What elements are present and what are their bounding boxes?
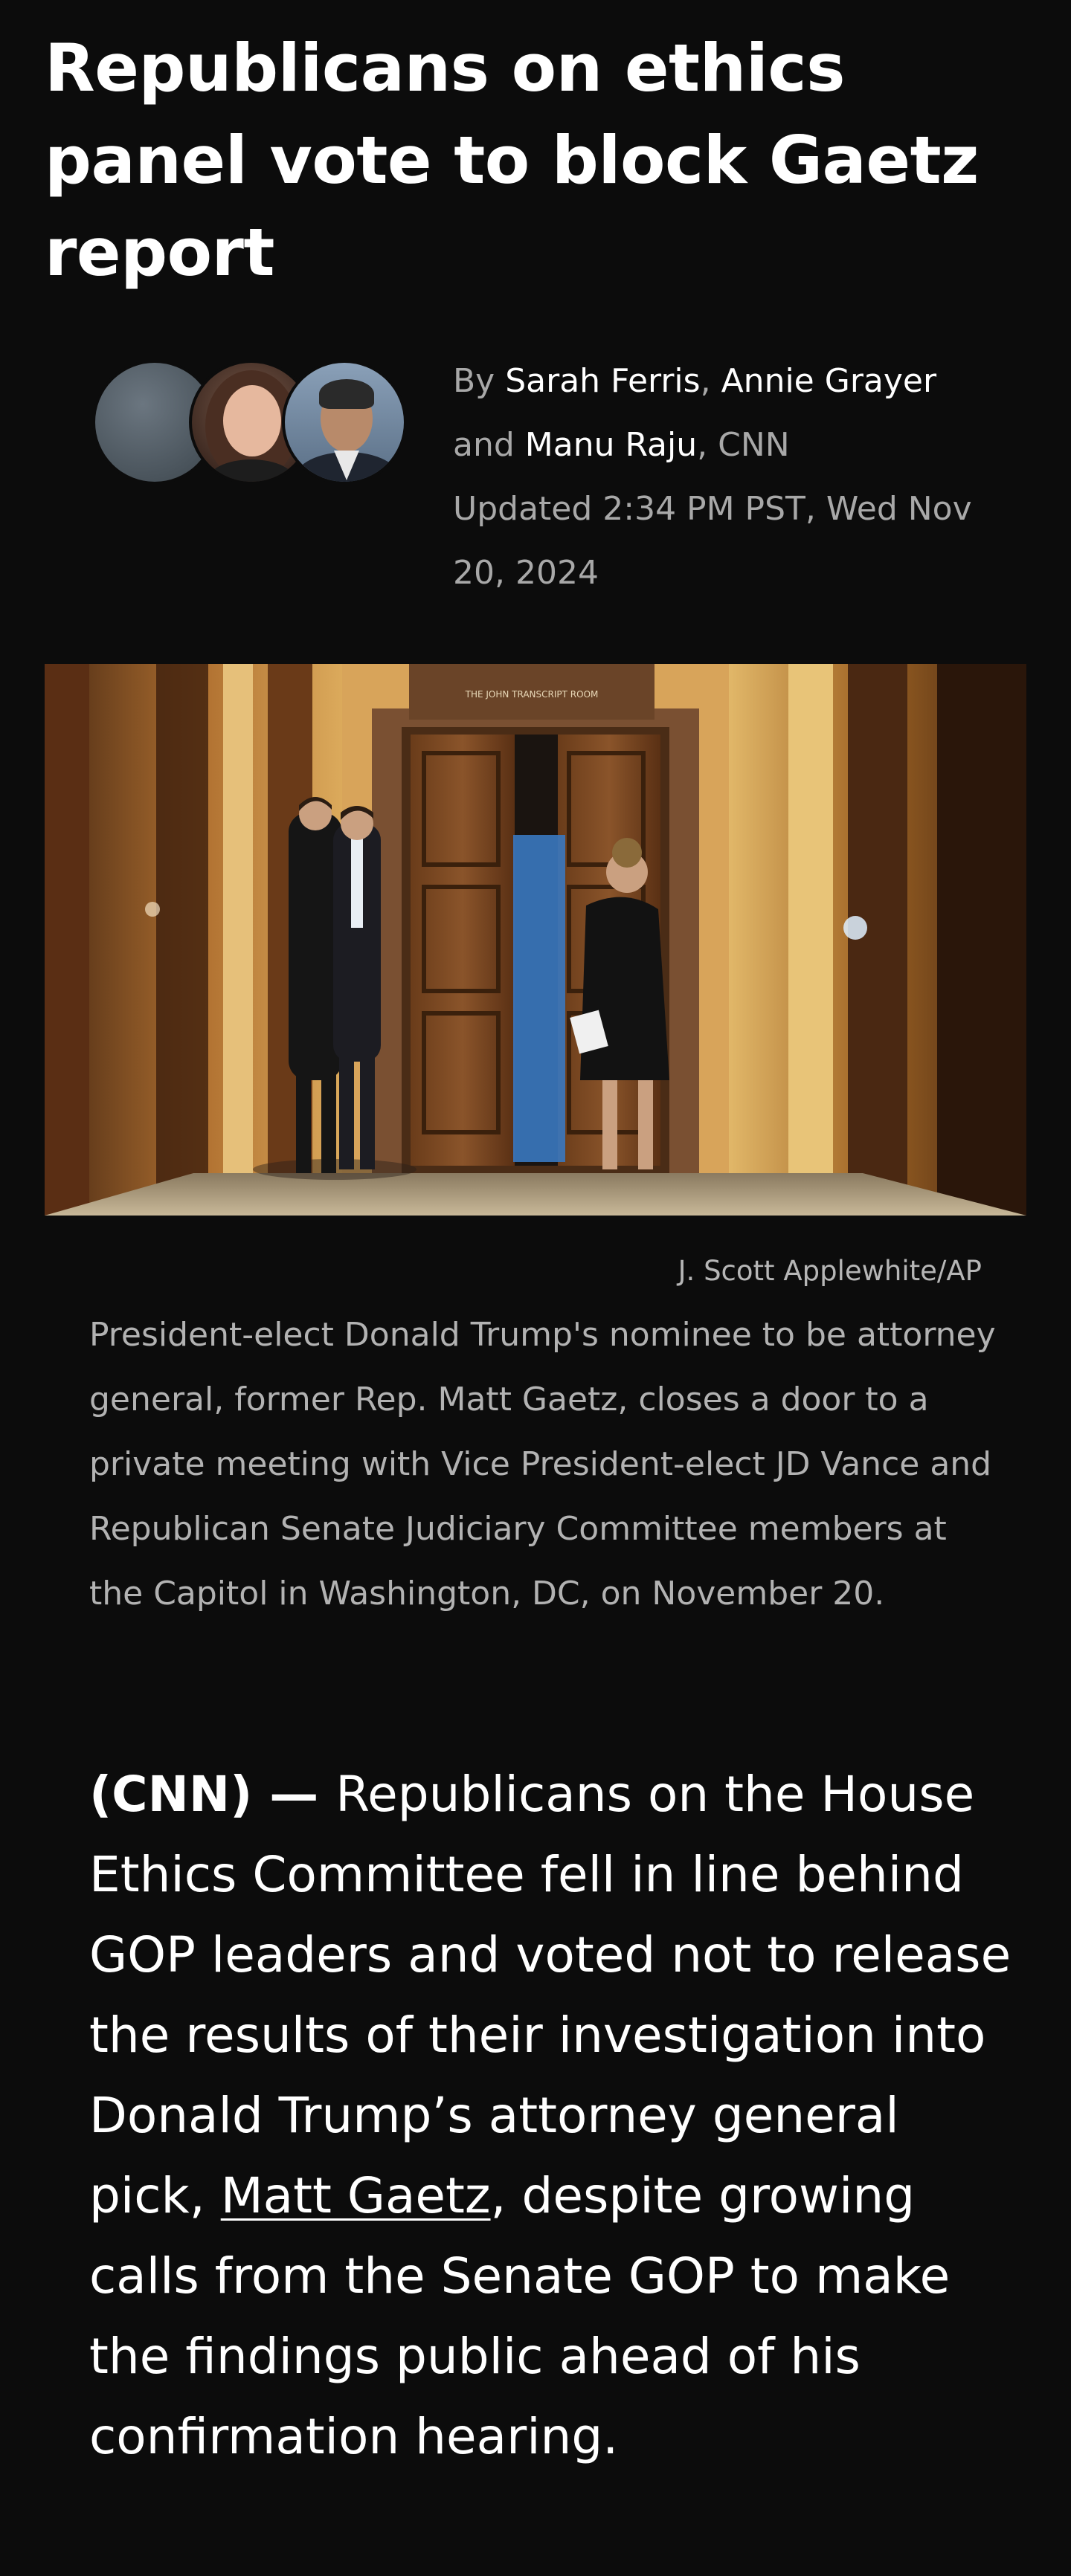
article-hero-photo[interactable]: THE JOHN TRANSCRIPT ROOM bbox=[45, 664, 1026, 1216]
dateline-dash: — bbox=[252, 1766, 336, 1823]
author-link-sarah-ferris[interactable]: Sarah Ferris bbox=[505, 362, 700, 400]
byline-outlet: , CNN bbox=[697, 426, 790, 464]
byline-prefix: By bbox=[453, 362, 495, 400]
dateline-source: (CNN) bbox=[89, 1766, 253, 1823]
author-link-manu-raju[interactable]: Manu Raju bbox=[525, 426, 697, 464]
byline-separator: , bbox=[700, 362, 721, 400]
photo-caption: President-elect Donald Trump's nominee t… bbox=[89, 1316, 996, 1613]
photo-credit: J. Scott Applewhite/AP bbox=[678, 1255, 982, 1287]
updated-timestamp: Updated 2:34 PM PST, Wed Nov 20, 2024 bbox=[453, 490, 972, 592]
byline-separator: and bbox=[453, 426, 525, 464]
author-avatars bbox=[92, 360, 412, 486]
hallway-photo-illustration: THE JOHN TRANSCRIPT ROOM bbox=[45, 664, 1026, 1216]
matt-gaetz-link[interactable]: Matt Gaetz bbox=[221, 2167, 491, 2224]
paragraph-text: Republicans on the House Ethics Committe… bbox=[89, 1766, 1012, 2224]
byline-section: By Sarah Ferris, Annie Grayer and Manu R… bbox=[92, 349, 985, 602]
article-headline: Republicans on ethics panel vote to bloc… bbox=[45, 30, 979, 291]
byline-text: By Sarah Ferris, Annie Grayer and Manu R… bbox=[453, 349, 996, 605]
article-first-paragraph: (CNN) — Republicans on the House Ethics … bbox=[89, 1755, 1019, 2477]
door-sign-text: THE JOHN TRANSCRIPT ROOM bbox=[465, 689, 599, 700]
author-link-annie-grayer[interactable]: Annie Grayer bbox=[721, 362, 937, 400]
author-avatar-manu-raju[interactable] bbox=[282, 360, 407, 485]
